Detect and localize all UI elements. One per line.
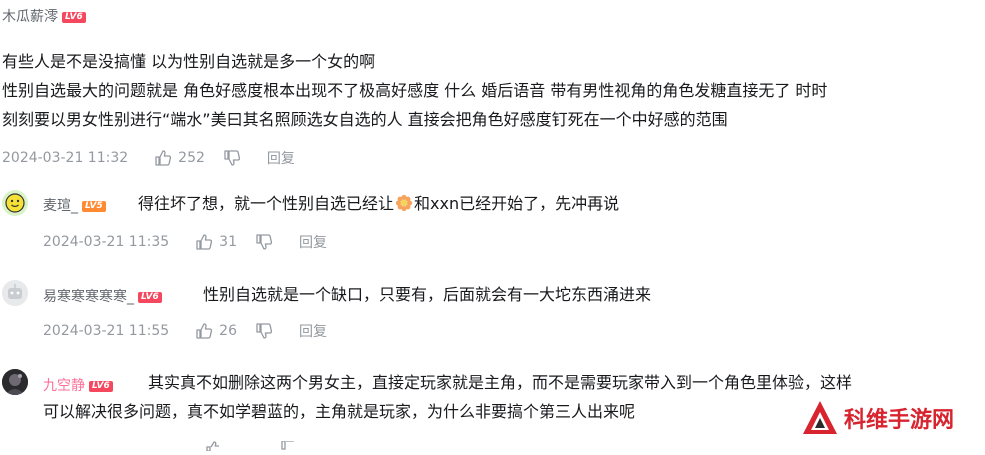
comment-1-username-text[interactable]: 木瓜薪澪 [2, 9, 58, 25]
comment-1-reply-button[interactable]: 回复 [267, 148, 295, 168]
thumb-down-icon[interactable] [280, 436, 296, 455]
watermark-text: 科维手游网 [844, 408, 955, 433]
avatar-dark-photo [2, 369, 28, 395]
comment-1-username[interactable]: 木瓜薪澪 LV6 [2, 6, 86, 26]
comment-3-reply-button[interactable]: 回复 [299, 321, 327, 341]
comment-3-like-count: 26 [219, 323, 237, 339]
comment-3-text: 性别自选就是一个缺口，只要有，后面就会有一大坨东西涌进来 [203, 285, 652, 304]
comment-1-line-3: 刻刻要以男女性别进行“端水”美曰其名照顾选女自选的人 直接会把角色好感度钉死在一… [2, 110, 728, 129]
comment-3-meta: 2024-03-21 11:55 26 回复 [43, 321, 327, 341]
avatar-yellow-face [2, 190, 28, 216]
comment-4-line-2: 可以解决很多问题，真不如学碧蓝的，主角就是玩家，为什么非要搞个第三人出来呢 [43, 402, 636, 421]
avatar[interactable] [2, 190, 28, 216]
comment-3-level-badge: LV6 [138, 291, 162, 303]
thumb-down-icon[interactable] [223, 149, 241, 167]
thumb-up-icon[interactable] [195, 322, 213, 340]
red-triangle-logo [803, 401, 837, 434]
comment-2-meta: 2024-03-21 11:35 31 回复 [43, 232, 327, 252]
avatar-gray-robot [2, 280, 28, 306]
avatar[interactable] [2, 280, 28, 306]
comment-1-like-count: 252 [178, 150, 205, 166]
watermark: 科维手游网 [800, 398, 954, 438]
comment-3-username[interactable]: 易寒寒寒寒寒_ LV6 [43, 286, 162, 306]
comment-4-text: 其实真不如删除这两个男女主，直接定玩家就是主角，而不是需要玩家带入到一个角色里体… [43, 368, 852, 426]
comment-2-username[interactable]: 麦瑄_ LV5 [43, 195, 106, 215]
comment-4-line-1: 其实真不如删除这两个男女主，直接定玩家就是主角，而不是需要玩家带入到一个角色里体… [148, 373, 853, 392]
comment-1-level-badge: LV6 [62, 11, 86, 23]
sunflower-emoji [395, 192, 413, 221]
thumb-up-icon[interactable] [154, 149, 172, 167]
avatar[interactable] [2, 369, 28, 395]
thumb-down-icon[interactable] [255, 233, 273, 251]
comment-1-line-2: 性别自选最大的问题就是 角色好感度根本出现不了极高好感度 什么 婚后语音 带有男… [2, 81, 828, 100]
comment-2-level-badge: LV5 [82, 200, 106, 212]
thumb-up-icon[interactable] [205, 436, 221, 455]
comment-2-text: 得往坏了想，就一个性别自选已经让 和xxn已经开始了，先冲再说 [138, 189, 619, 221]
comment-2-username-text[interactable]: 麦瑄_ [43, 198, 78, 214]
thumb-down-icon[interactable] [255, 322, 273, 340]
comment-2-text-after: 和xxn已经开始了，先冲再说 [414, 194, 620, 213]
comment-1-line-1: 有些人是不是没搞懂 以为性别自选就是多一个女的啊 [2, 52, 376, 71]
comment-3-time: 2024-03-21 11:55 [43, 323, 170, 339]
comment-3-username-text[interactable]: 易寒寒寒寒寒_ [43, 289, 134, 305]
comment-1-time: 2024-03-21 11:32 [2, 150, 129, 166]
comment-1-text: 有些人是不是没搞懂 以为性别自选就是多一个女的啊 性别自选最大的问题就是 角色好… [2, 47, 827, 134]
comment-2-like-count: 31 [219, 234, 237, 250]
comment-2-time: 2024-03-21 11:35 [43, 234, 170, 250]
comment-2-reply-button[interactable]: 回复 [299, 232, 327, 252]
comment-2-text-before: 得往坏了想，就一个性别自选已经让 [138, 194, 395, 213]
comment-1-meta: 2024-03-21 11:32 252 回复 [2, 148, 295, 168]
thumb-up-icon[interactable] [195, 233, 213, 251]
